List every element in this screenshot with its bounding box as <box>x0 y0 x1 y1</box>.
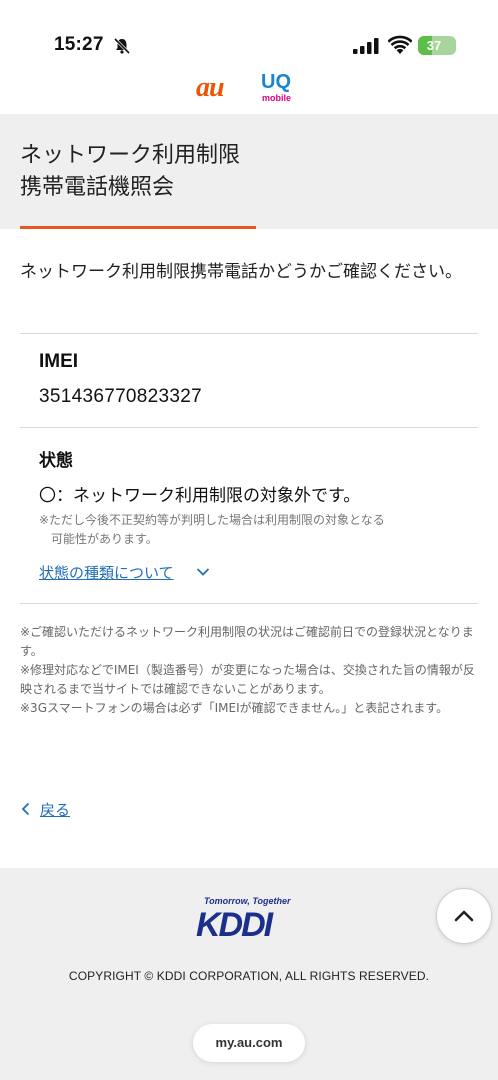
imei-label: IMEI <box>39 351 79 372</box>
footer: Tomorrow, Together KDDI COPYRIGHT © KDDI… <box>0 868 498 1080</box>
kddi-logo[interactable]: Tomorrow, Together KDDI <box>196 896 304 951</box>
uq-mobile-logo[interactable]: UQ mobile <box>259 71 299 105</box>
title-underline <box>20 226 256 229</box>
chevron-left-icon <box>21 802 30 816</box>
battery-level: 37 <box>426 38 442 53</box>
back-label: 戻る <box>40 800 71 819</box>
state-result: 〇：ネットワーク利用制限の対象外です。 <box>39 486 361 506</box>
wifi-icon <box>388 35 412 54</box>
silent-bell-icon <box>113 37 131 55</box>
note-item: ※修理対応などでIMEI（製造番号）が変更になった場合は、交換された旨の情報が反… <box>20 663 475 696</box>
note-item: ※3Gスマートフォンの場合は必ず「IMEIが確認できません。」と表記されます。 <box>20 701 449 715</box>
uq-logo-subtext: mobile <box>262 93 292 103</box>
chevron-up-icon <box>454 910 474 922</box>
divider <box>20 427 478 428</box>
cellular-signal-icon <box>353 38 379 54</box>
uq-logo-text: UQ <box>261 71 291 93</box>
url-bar[interactable]: my.au.com <box>193 1024 305 1062</box>
state-types-link[interactable]: 状態の種類について <box>39 562 174 583</box>
back-link[interactable]: 戻る <box>20 798 70 820</box>
chevron-down-icon[interactable] <box>196 566 210 578</box>
status-time: 15:27 <box>54 34 104 55</box>
kddi-wordmark: KDDI <box>196 906 273 944</box>
imei-value: 351436770823327 <box>39 386 203 407</box>
scroll-to-top-button[interactable] <box>436 888 492 944</box>
note-item: ※ご確認いただけるネットワーク利用制限の状況はご確認前日での登録状況となります。 <box>20 625 474 658</box>
intro-text: ネットワーク利用制限携帯電話かどうかご確認ください。 <box>20 262 462 282</box>
status-bar: 15:27 37 <box>0 0 498 70</box>
au-logo[interactable]: au <box>196 72 225 104</box>
state-label: 状態 <box>39 451 73 471</box>
state-note: ※ただし今後不正契約等が判明した場合は利用制限の対象となる 可能性があります。 <box>39 513 385 546</box>
divider <box>20 603 478 604</box>
title-band: ネットワーク利用制限 携帯電話機照会 <box>0 114 498 229</box>
battery-tip <box>450 42 455 50</box>
notes-list: ※ご確認いただけるネットワーク利用制限の状況はご確認前日での登録状況となります。… <box>20 623 482 718</box>
copyright: COPYRIGHT © KDDI CORPORATION, ALL RIGHTS… <box>68 969 430 983</box>
kddi-tagline: Tomorrow, Together <box>204 896 291 906</box>
divider <box>20 333 478 334</box>
page-title: ネットワーク利用制限 携帯電話機照会 <box>20 143 241 200</box>
